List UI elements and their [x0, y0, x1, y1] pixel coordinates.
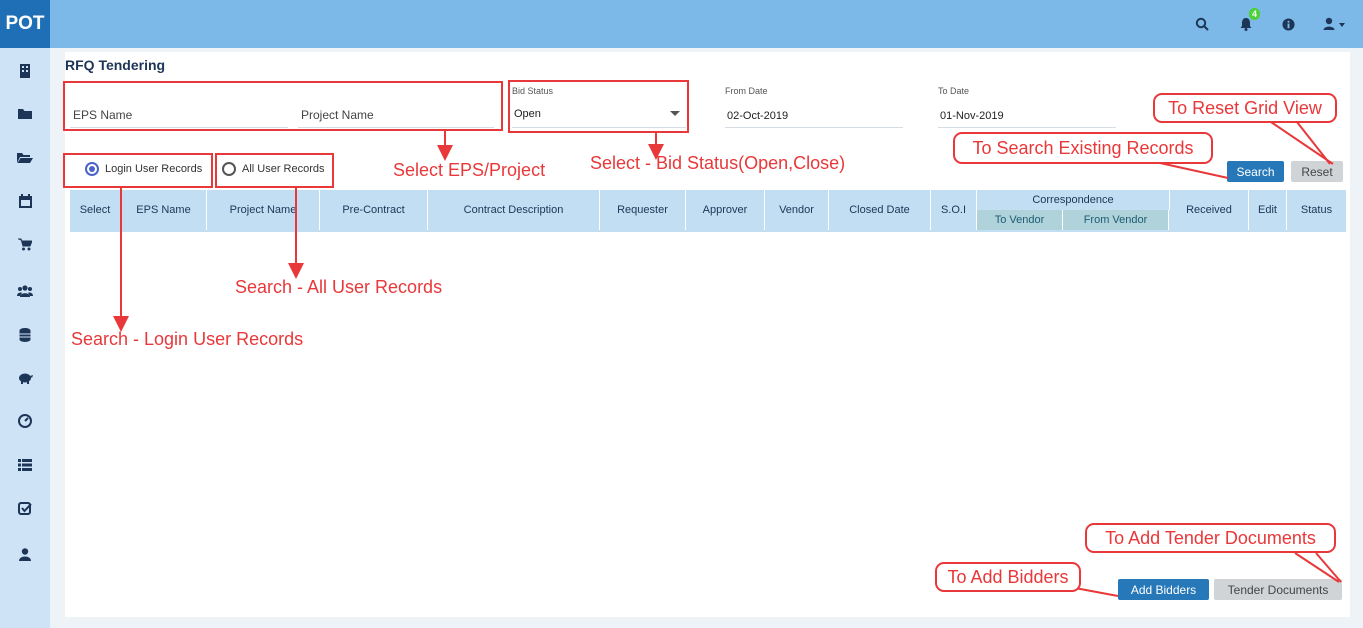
annotation-search-login: Search - Login User Records	[71, 329, 304, 349]
dashboard-icon[interactable]	[15, 411, 35, 431]
col-to-vendor[interactable]: To Vendor	[977, 210, 1063, 230]
annotation-select-eps: Select EPS/Project	[393, 160, 546, 180]
annotation-add-tender-docs: To Add Tender Documents	[1085, 523, 1336, 553]
col-received[interactable]: Received	[1170, 190, 1249, 230]
building-icon[interactable]	[15, 61, 35, 81]
list-icon[interactable]	[15, 455, 35, 475]
reset-button[interactable]: Reset	[1291, 161, 1343, 182]
to-date-label: To Date	[938, 86, 970, 96]
annotation-box-login-radio	[63, 153, 213, 188]
user-icon[interactable]	[15, 544, 35, 564]
col-vendor[interactable]: Vendor	[765, 190, 829, 230]
piggy-bank-icon[interactable]	[15, 368, 35, 388]
folder-open-icon[interactable]	[15, 148, 35, 168]
col-soi[interactable]: S.O.I	[931, 190, 977, 230]
col-project-name[interactable]: Project Name	[207, 190, 320, 230]
annotation-box-bid-status	[508, 80, 689, 133]
top-navbar	[0, 0, 1363, 48]
col-eps-name[interactable]: EPS Name	[121, 190, 207, 230]
col-contract-description[interactable]: Contract Description	[428, 190, 600, 230]
search-icon[interactable]	[1192, 14, 1212, 34]
calendar-icon[interactable]	[15, 191, 35, 211]
col-correspondence: Correspondence	[977, 190, 1170, 210]
annotation-box-all-radio	[215, 153, 334, 188]
app-logo[interactable]: POT	[0, 0, 50, 48]
bell-icon[interactable]: 4	[1236, 8, 1260, 34]
cart-icon[interactable]	[15, 234, 35, 254]
from-date-field[interactable]: From Date 02-Oct-2019	[725, 86, 903, 128]
from-date-label: From Date	[725, 86, 768, 96]
col-requester[interactable]: Requester	[600, 190, 686, 230]
user-menu-icon[interactable]	[1320, 14, 1352, 34]
annotation-select-bid: Select - Bid Status(Open,Close)	[590, 153, 846, 173]
page-title: RFQ Tendering	[65, 57, 166, 73]
col-status[interactable]: Status	[1287, 190, 1346, 230]
col-approver[interactable]: Approver	[686, 190, 765, 230]
add-bidders-button[interactable]: Add Bidders	[1118, 579, 1209, 600]
annotation-search-all: Search - All User Records	[235, 277, 443, 297]
search-button[interactable]: Search	[1227, 161, 1284, 182]
annotation-box-eps-project	[63, 81, 503, 131]
tender-documents-button[interactable]: Tender Documents	[1214, 579, 1342, 600]
users-icon[interactable]	[15, 281, 35, 301]
database-icon[interactable]	[15, 325, 35, 345]
annotation-reset-grid: To Reset Grid View	[1153, 93, 1337, 123]
col-from-vendor[interactable]: From Vendor	[1063, 210, 1169, 230]
to-date-value: 01-Nov-2019	[940, 110, 1004, 122]
annotation-add-bidders: To Add Bidders	[935, 562, 1081, 592]
col-pre-contract[interactable]: Pre-Contract	[320, 190, 428, 230]
from-date-value: 02-Oct-2019	[727, 110, 789, 122]
col-closed-date[interactable]: Closed Date	[829, 190, 931, 230]
folder-icon[interactable]	[15, 104, 35, 124]
col-select[interactable]: Select	[70, 190, 121, 230]
col-edit[interactable]: Edit	[1249, 190, 1287, 230]
checkbox-icon[interactable]	[15, 499, 35, 519]
notification-badge: 4	[1248, 8, 1260, 20]
info-icon[interactable]	[1278, 14, 1298, 34]
to-date-field[interactable]: To Date 01-Nov-2019	[938, 86, 1116, 128]
annotation-search-existing: To Search Existing Records	[953, 132, 1213, 164]
